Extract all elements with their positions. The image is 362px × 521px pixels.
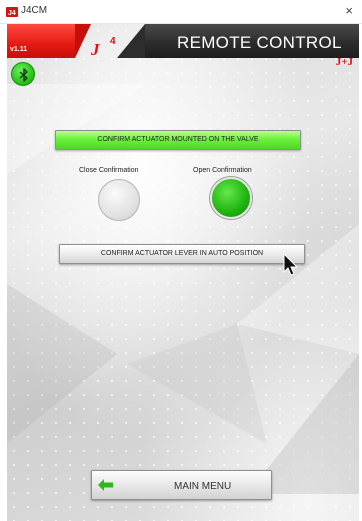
logo-superscript: 4 <box>110 36 116 47</box>
bluetooth-status-button[interactable] <box>11 62 35 86</box>
close-confirmation-indicator <box>98 179 140 221</box>
svg-text:J4: J4 <box>8 10 16 17</box>
background-decoration <box>7 84 359 494</box>
close-confirmation-label: Close Confirmation <box>79 167 139 174</box>
main-menu-button[interactable]: MAIN MENU <box>91 470 272 500</box>
header-title-bar: REMOTE CONTROL <box>117 24 359 58</box>
window-close-button[interactable]: × <box>345 3 353 18</box>
logo-letter: J <box>91 40 99 59</box>
version-label: v1.11 <box>10 46 28 53</box>
mouse-cursor-icon <box>283 253 299 276</box>
main-menu-label: MAIN MENU <box>174 481 232 492</box>
app-icon: J4 <box>6 7 18 17</box>
background-pattern <box>7 24 359 521</box>
app-client-area: v1.11 J 4 REMOTE CONTROL J+J CONFIRM ACT… <box>7 24 359 521</box>
header-red-band: v1.11 <box>7 24 91 58</box>
confirm-actuator-mounted-button[interactable]: CONFIRM ACTUATOR MOUNTED ON THE VALVE <box>55 130 301 150</box>
window-titlebar: J4 J4CM × <box>0 0 362 24</box>
open-confirmation-label: Open Confirmation <box>193 167 252 174</box>
window-title: J4CM <box>21 5 48 16</box>
arrow-left-icon <box>98 479 113 491</box>
confirm-actuator-auto-position-button[interactable]: CONFIRM ACTUATOR LEVER IN AUTO POSITION <box>59 244 305 264</box>
page-title: REMOTE CONTROL <box>177 33 342 52</box>
bluetooth-icon <box>19 68 28 82</box>
brand-logo: J+J <box>335 56 353 68</box>
open-confirmation-indicator <box>210 177 252 219</box>
